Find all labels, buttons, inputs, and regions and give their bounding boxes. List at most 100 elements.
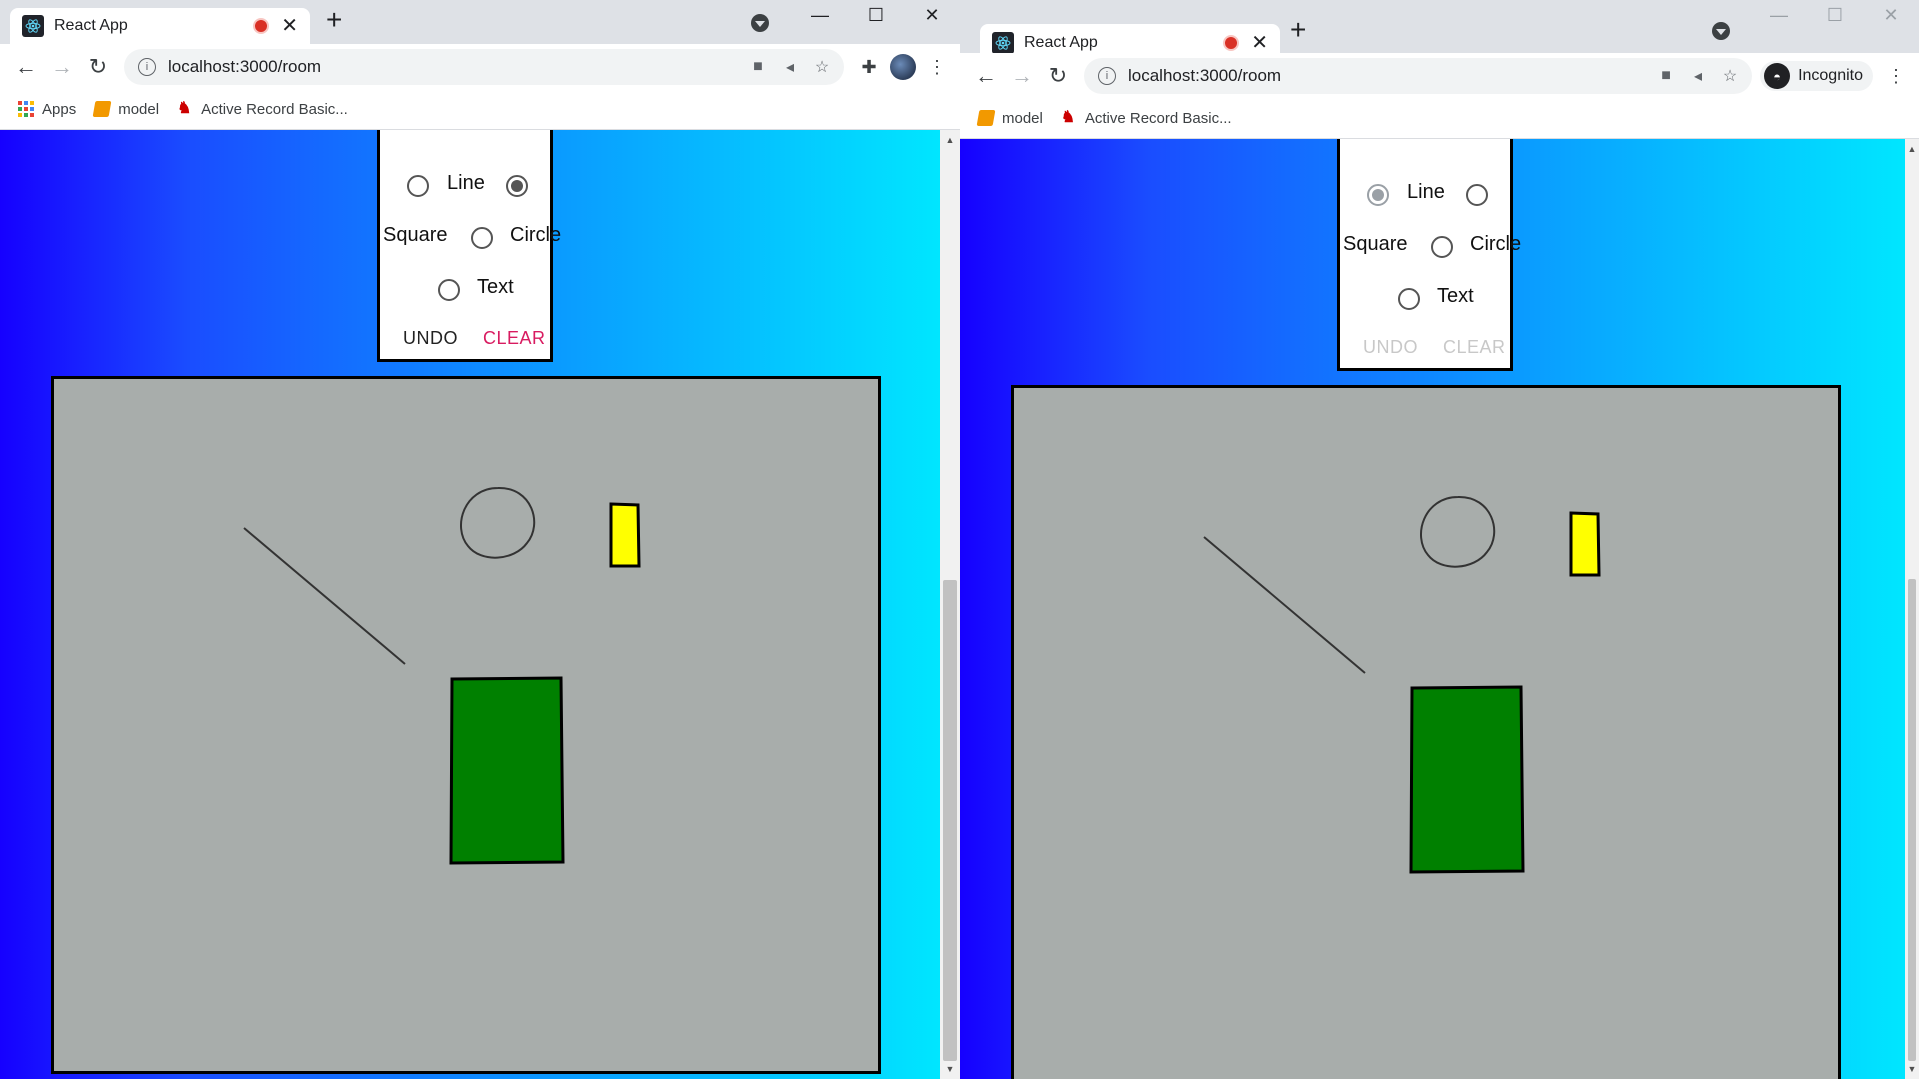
canvas-green-rect (449, 676, 565, 865)
rails-icon: ♞ (177, 100, 192, 117)
browser-window-right: React App ✕ + — ☐ ✕ ← → ↻ i localhost:30… (960, 0, 1919, 1079)
browser-tab[interactable]: React App ✕ (10, 8, 310, 44)
vertical-scrollbar[interactable]: ▲ ▼ (940, 130, 960, 1079)
forward-button[interactable]: → (1004, 58, 1040, 94)
minimize-button[interactable]: — (792, 0, 848, 30)
bookmark-label: Apps (42, 100, 77, 118)
menu-kebab-icon[interactable]: ⋮ (920, 50, 954, 84)
bookmark-label: Active Record Basic... (201, 100, 348, 118)
forward-button[interactable]: → (44, 49, 80, 85)
label-circle: Circle (510, 224, 562, 246)
apps-grid-icon (18, 101, 34, 117)
extensions-icon[interactable]: ✚ (852, 50, 886, 84)
bookmarks-bar: model ♞ Active Record Basic... (960, 98, 1919, 139)
browser-window-left: React App ✕ + — ☐ ✕ ← → ↻ i localhost:30… (0, 0, 960, 1079)
clear-button[interactable]: CLEAR (1443, 337, 1506, 358)
menu-kebab-icon[interactable]: ⋮ (1879, 59, 1913, 93)
url-text: localhost:3000/room (168, 57, 322, 76)
bookmark-model[interactable]: model (92, 100, 160, 118)
minimize-button[interactable]: — (1751, 0, 1807, 30)
new-tab-button[interactable]: + (326, 6, 342, 34)
scroll-thumb[interactable] (1908, 579, 1916, 1061)
canvas-yellow-rect (609, 502, 641, 568)
recording-indicator-icon (253, 18, 270, 34)
bookmark-star-icon[interactable]: ☆ (812, 57, 832, 77)
profile-button[interactable] (886, 50, 920, 84)
url-text: localhost:3000/room (1128, 66, 1282, 85)
react-favicon-icon (992, 32, 1014, 54)
drawing-canvas[interactable] (51, 376, 881, 1074)
mic-blocked-icon[interactable]: ◂ (780, 57, 800, 77)
scroll-thumb[interactable] (943, 580, 957, 1061)
clear-button[interactable]: CLEAR (483, 328, 546, 349)
browser-toolbar: ← → ↻ i localhost:3000/room ■ ◂ ☆ ◓ Inco… (960, 53, 1919, 99)
back-button[interactable]: ← (8, 49, 44, 85)
label-square: Square (1343, 233, 1408, 255)
radio-line[interactable] (407, 175, 429, 197)
close-window-button[interactable]: ✕ (1863, 0, 1919, 30)
scroll-down-icon[interactable]: ▼ (1905, 1061, 1919, 1077)
label-text: Text (1437, 285, 1474, 307)
bookmark-star-icon[interactable]: ☆ (1720, 66, 1740, 86)
bookmark-active-record[interactable]: ♞ Active Record Basic... (1061, 110, 1232, 127)
window-controls: — ☐ ✕ (792, 0, 960, 30)
camera-icon[interactable]: ■ (748, 57, 768, 77)
close-window-button[interactable]: ✕ (904, 0, 960, 30)
canvas-line-shape (1203, 536, 1366, 674)
tab-close-icon[interactable]: ✕ (281, 16, 298, 36)
radio-circle[interactable] (1431, 236, 1453, 258)
avatar (890, 54, 916, 80)
undo-button[interactable]: UNDO (1363, 337, 1418, 358)
scroll-down-icon[interactable]: ▼ (940, 1061, 960, 1077)
bookmark-active-record[interactable]: ♞ Active Record Basic... (177, 101, 348, 118)
maximize-button[interactable]: ☐ (1807, 0, 1863, 30)
bookmark-model[interactable]: model (976, 109, 1043, 127)
undo-button[interactable]: UNDO (403, 328, 458, 349)
label-line: Line (447, 172, 485, 194)
reload-button[interactable]: ↻ (80, 49, 116, 85)
scroll-up-icon[interactable]: ▲ (1905, 141, 1919, 157)
browser-toolbar: ← → ↻ i localhost:3000/room ■ ◂ ☆ ✚ ⋮ (0, 44, 960, 90)
bookmark-label: model (1002, 109, 1043, 127)
bookmark-label: model (118, 100, 160, 118)
vertical-scrollbar[interactable]: ▲ ▼ (1905, 139, 1919, 1079)
address-bar[interactable]: i localhost:3000/room ■ ◂ ☆ (1084, 58, 1753, 94)
maximize-button[interactable]: ☐ (848, 0, 904, 30)
tab-search-icon[interactable] (751, 14, 769, 32)
tab-search-icon[interactable] (1712, 22, 1730, 40)
site-info-icon[interactable]: i (138, 58, 156, 76)
radio-text[interactable] (438, 279, 460, 301)
rails-icon: ♞ (1060, 109, 1076, 126)
radio-square[interactable] (506, 175, 528, 197)
canvas-line-shape (243, 527, 406, 665)
incognito-badge[interactable]: ◓ Incognito (1760, 61, 1873, 91)
new-tab-button[interactable]: + (1290, 16, 1306, 44)
label-line: Line (1407, 181, 1445, 203)
radio-text[interactable] (1398, 288, 1420, 310)
radio-square[interactable] (1466, 184, 1488, 206)
camera-icon[interactable]: ■ (1656, 66, 1676, 86)
page-content: Line Square Circle Text UNDO CLEAR (0, 130, 940, 1079)
tab-close-icon[interactable]: ✕ (1251, 33, 1268, 53)
tab-title: React App (54, 17, 128, 34)
incognito-icon: ◓ (1764, 63, 1791, 89)
window-controls: — ☐ ✕ (1751, 0, 1919, 30)
tool-panel: Line Square Circle Text UNDO CLEAR (377, 130, 561, 362)
title-bar: React App ✕ + — ☐ ✕ (0, 0, 960, 44)
bookmark-apps[interactable]: Apps (18, 101, 76, 118)
recording-indicator-icon (1223, 35, 1240, 51)
back-button[interactable]: ← (968, 58, 1004, 94)
site-info-icon[interactable]: i (1098, 67, 1116, 85)
radio-circle[interactable] (471, 227, 493, 249)
reload-button[interactable]: ↻ (1040, 58, 1076, 94)
address-bar[interactable]: i localhost:3000/room ■ ◂ ☆ (124, 49, 844, 85)
canvas-circle-shape (1420, 495, 1496, 568)
book-icon (92, 101, 112, 117)
page-content: Line Square Circle Text UNDO CLEAR (960, 139, 1905, 1079)
scroll-up-icon[interactable]: ▲ (940, 132, 960, 148)
mic-blocked-icon[interactable]: ◂ (1688, 66, 1708, 86)
radio-line[interactable] (1367, 184, 1389, 206)
bookmarks-bar: Apps model ♞ Active Record Basic... (0, 89, 960, 130)
drawing-canvas[interactable] (1011, 385, 1841, 1079)
tool-panel: Line Square Circle Text UNDO CLEAR (1337, 139, 1521, 371)
